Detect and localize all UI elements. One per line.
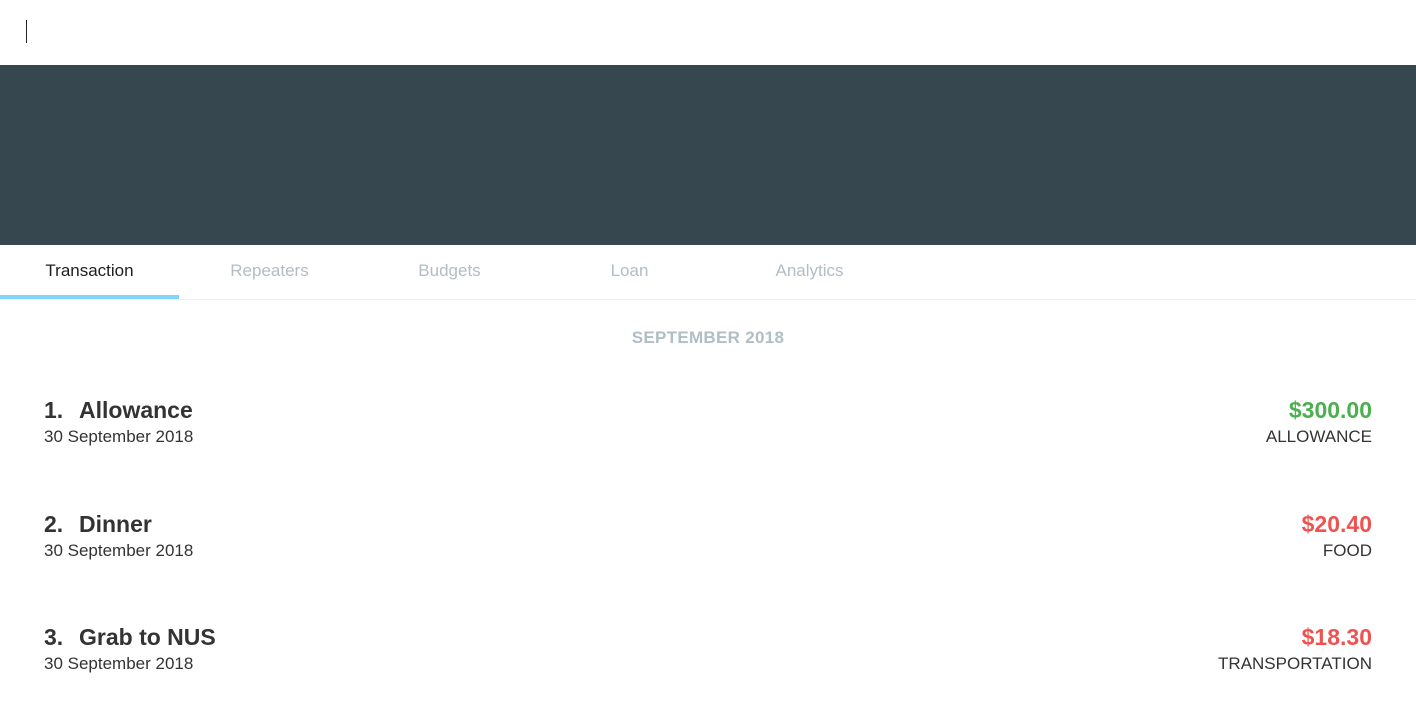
transaction-amount: $300.00 [1288,397,1372,423]
text-cursor [26,20,27,43]
transaction-date: 30 September 2018 [44,541,194,560]
transaction-name: Allowance [79,397,193,423]
transaction-category: TRANSPORTATION [1218,654,1372,673]
transaction-index: 3. [44,624,64,650]
transaction-category: FOOD [1322,541,1372,560]
transaction-category: ALLOWANCE [1265,427,1372,446]
transaction-index: 2. [44,511,64,537]
transaction-date: 30 September 2018 [44,654,194,673]
command-input-bar[interactable] [0,0,1416,65]
tab-repeaters[interactable]: Repeaters [180,245,359,299]
transaction-item[interactable]: 2. Dinner 30 September 2018 $20.40 FOOD [44,511,1372,567]
transaction-name: Grab to NUS [79,624,216,650]
transaction-item[interactable]: 1. Allowance 30 September 2018 $300.00 A… [44,397,1372,453]
transaction-amount: $18.30 [1301,624,1372,650]
tab-budgets[interactable]: Budgets [360,245,539,299]
transaction-amount: $20.40 [1301,511,1372,537]
transaction-date: 30 September 2018 [44,427,194,446]
transaction-name: Dinner [79,511,152,537]
tab-bar: Transaction Repeaters Budgets Loan Analy… [0,245,1416,300]
transaction-index: 1. [44,397,64,423]
tab-transaction[interactable]: Transaction [0,245,179,299]
tab-analytics[interactable]: Analytics [720,245,899,299]
tab-loan[interactable]: Loan [540,245,719,299]
month-header: SEPTEMBER 2018 [631,328,785,347]
header-banner [0,65,1416,245]
transaction-item[interactable]: 3. Grab to NUS 30 September 2018 $18.30 … [44,624,1372,680]
